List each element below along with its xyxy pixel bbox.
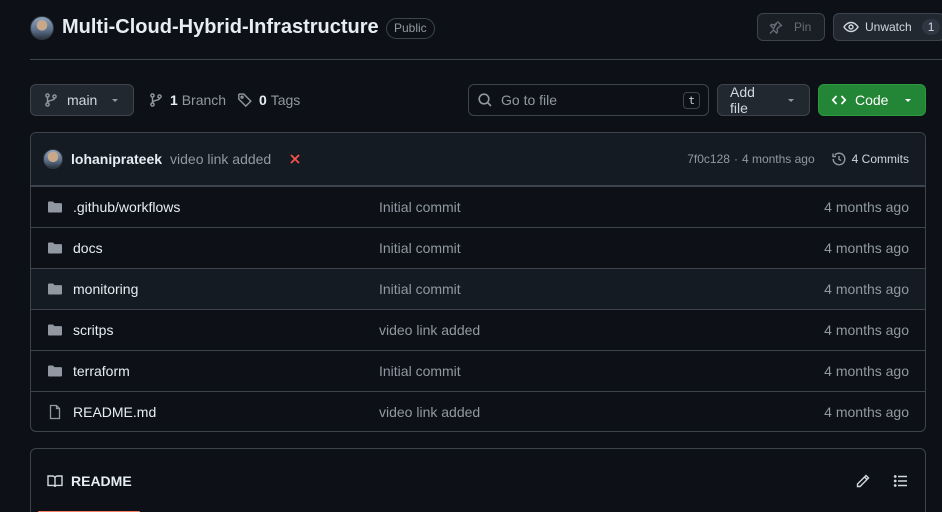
file-row[interactable]: scritps video link added 4 months ago bbox=[31, 309, 925, 350]
file-commit-message[interactable]: Initial commit bbox=[379, 199, 824, 215]
file-browser: lohaniprateek video link added 7f0c128 ·… bbox=[30, 132, 926, 432]
code-button[interactable]: Code bbox=[818, 84, 926, 116]
file-commit-message[interactable]: video link added bbox=[379, 404, 824, 420]
code-label: Code bbox=[855, 92, 889, 108]
readme-header: README bbox=[31, 449, 925, 512]
unwatch-label: Unwatch bbox=[865, 20, 912, 34]
file-commit-message[interactable]: Initial commit bbox=[379, 240, 824, 256]
file-row[interactable]: .github/workflows Initial commit 4 month… bbox=[31, 186, 925, 227]
add-file-label: Add file bbox=[730, 84, 755, 116]
search-placeholder: Go to file bbox=[501, 92, 558, 108]
status-failed-icon[interactable] bbox=[287, 151, 303, 167]
folder-icon bbox=[47, 240, 63, 256]
file-row[interactable]: monitoring Initial commit 4 months ago bbox=[31, 268, 925, 309]
tag-count: 0 bbox=[259, 92, 267, 108]
file-name[interactable]: README.md bbox=[73, 404, 156, 420]
commit-sha[interactable]: 7f0c128 bbox=[687, 152, 730, 166]
code-icon bbox=[831, 92, 847, 108]
file-name[interactable]: monitoring bbox=[73, 281, 138, 297]
branch-label: Branch bbox=[181, 92, 227, 108]
watch-count: 1 bbox=[921, 19, 941, 35]
commit-age: 4 months ago bbox=[741, 152, 815, 166]
search-icon bbox=[477, 92, 493, 108]
branch-count: 1 bbox=[170, 92, 178, 108]
add-file-button[interactable]: Add file bbox=[717, 84, 810, 116]
tag-icon bbox=[237, 92, 253, 108]
file-commit-message[interactable]: Initial commit bbox=[379, 363, 824, 379]
file-name[interactable]: scritps bbox=[73, 322, 113, 338]
folder-icon bbox=[47, 363, 63, 379]
file-age: 4 months ago bbox=[824, 404, 909, 420]
chevron-down-icon bbox=[109, 94, 121, 106]
tags-link[interactable]: 0 Tags bbox=[237, 92, 300, 108]
pin-icon bbox=[768, 19, 784, 35]
file-icon bbox=[47, 404, 63, 420]
folder-icon bbox=[47, 322, 63, 338]
tag-label: Tags bbox=[270, 92, 301, 108]
latest-commit-bar: lohaniprateek video link added 7f0c128 ·… bbox=[31, 133, 925, 186]
file-row[interactable]: README.md video link added 4 months ago bbox=[31, 391, 925, 431]
chevron-down-icon bbox=[785, 94, 797, 106]
owner-avatar[interactable] bbox=[30, 16, 54, 40]
history-icon bbox=[831, 151, 847, 167]
folder-icon bbox=[47, 199, 63, 215]
folder-icon bbox=[47, 281, 63, 297]
file-age: 4 months ago bbox=[824, 281, 909, 297]
git-branch-icon bbox=[148, 92, 164, 108]
pencil-icon[interactable] bbox=[855, 473, 871, 489]
file-row[interactable]: docs Initial commit 4 months ago bbox=[31, 227, 925, 268]
chevron-down-icon bbox=[902, 94, 914, 106]
branch-name: main bbox=[67, 92, 98, 108]
go-to-file-input[interactable]: Go to file t bbox=[468, 84, 709, 116]
commits-count: 4 Commits bbox=[851, 152, 909, 166]
file-name[interactable]: docs bbox=[73, 240, 103, 256]
commits-link[interactable]: 4 Commits bbox=[831, 151, 909, 167]
author-avatar[interactable] bbox=[43, 149, 63, 169]
readme-panel: README bbox=[30, 448, 926, 512]
file-commit-message[interactable]: Initial commit bbox=[379, 281, 824, 297]
pin-label: Pin bbox=[794, 20, 812, 34]
commit-separator: · bbox=[733, 152, 738, 166]
readme-tab[interactable]: README bbox=[47, 473, 132, 489]
file-age: 4 months ago bbox=[824, 322, 909, 338]
readme-tab-label: README bbox=[71, 472, 132, 489]
branch-select-button[interactable]: main bbox=[30, 84, 134, 116]
header-divider bbox=[30, 59, 942, 60]
file-commit-message[interactable]: video link added bbox=[379, 322, 824, 338]
file-age: 4 months ago bbox=[824, 199, 909, 215]
branches-link[interactable]: 1 Branch bbox=[148, 92, 226, 108]
file-row[interactable]: terraform Initial commit 4 months ago bbox=[31, 350, 925, 391]
outline-list-icon[interactable] bbox=[893, 473, 909, 489]
commit-message[interactable]: video link added bbox=[170, 151, 271, 167]
file-age: 4 months ago bbox=[824, 363, 909, 379]
commit-author[interactable]: lohaniprateek bbox=[71, 151, 162, 167]
file-name[interactable]: .github/workflows bbox=[73, 199, 180, 215]
visibility-badge: Public bbox=[386, 18, 435, 39]
file-name[interactable]: terraform bbox=[73, 363, 130, 379]
eye-icon bbox=[843, 19, 859, 35]
unwatch-button[interactable]: Unwatch 1 bbox=[833, 13, 942, 41]
search-shortcut-key: t bbox=[683, 91, 700, 109]
repo-title[interactable]: Multi-Cloud-Hybrid-Infrastructure bbox=[62, 16, 379, 39]
file-age: 4 months ago bbox=[824, 240, 909, 256]
pin-button[interactable]: Pin bbox=[757, 13, 825, 41]
book-icon bbox=[47, 473, 63, 489]
git-branch-icon bbox=[43, 92, 59, 108]
